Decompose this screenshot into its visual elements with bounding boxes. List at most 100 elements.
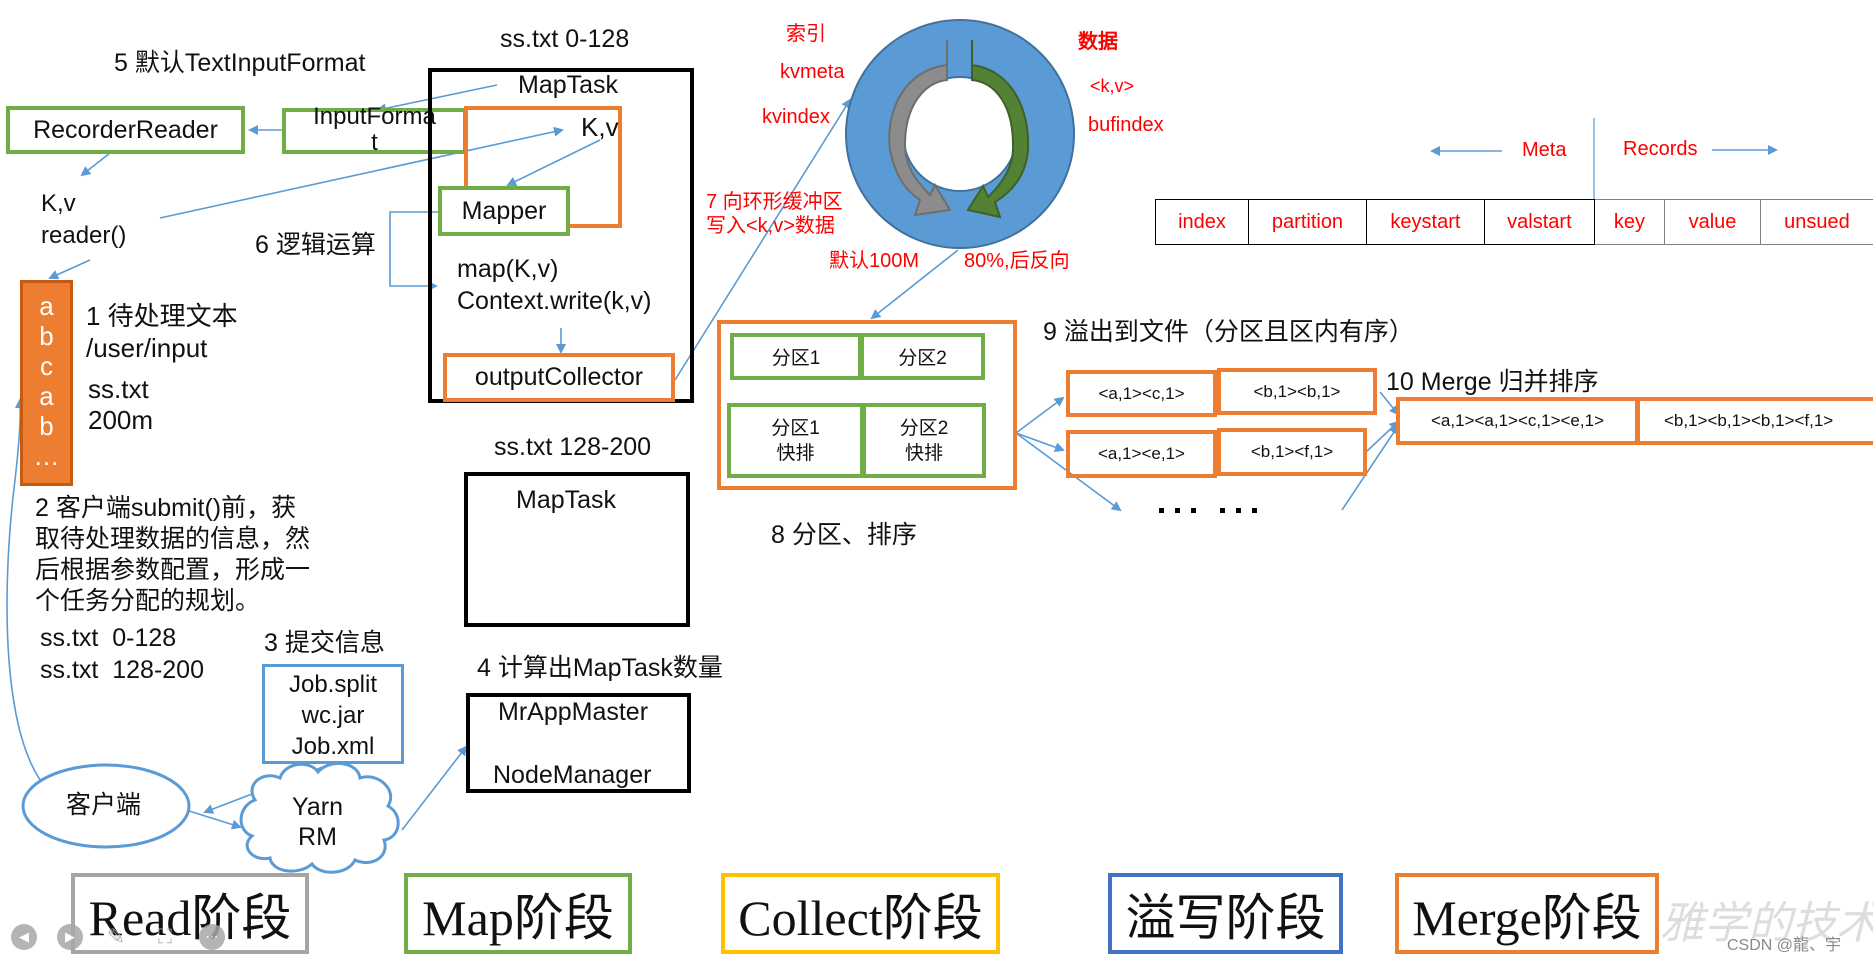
partition1-box: 分区1 (730, 333, 862, 380)
pen-icon: ✎ (106, 924, 126, 949)
step6-label: 6 逻辑运算 (255, 231, 376, 259)
spill-file-label: <b,1><b,1> (1253, 381, 1341, 401)
buffer-layout-table: index partition keystart valstart key value un… (1155, 199, 1873, 245)
step10-label: 10 Merge 归并排序 (1386, 368, 1599, 396)
arrow-client-to-yarn (185, 809, 242, 830)
merged-a-label: <a,1><a,1><c,1><e,1> (1431, 411, 1604, 430)
file-letter: b (39, 321, 54, 351)
client-label: 客户端 (66, 791, 142, 819)
spill-file-2a: <a,1><e,1> (1066, 430, 1217, 478)
ellipsis-dots (1159, 508, 1257, 513)
file-letter: c (40, 351, 53, 381)
index-label: 索引 (786, 23, 826, 45)
spill-file-1b: <b,1><b,1> (1217, 368, 1377, 415)
context-write: Context.write(k,v) (457, 287, 652, 315)
next-slide-button[interactable]: ▶ (57, 924, 83, 950)
stage-spill: 溢写阶段 (1108, 873, 1343, 954)
step2-description: 2 客户端submit()前，获 取待处理数据的信息，然 后根据参数配置，形成一… (35, 493, 310, 617)
meta-label: Meta (1522, 139, 1567, 161)
output-collector-label: outputCollector (474, 363, 644, 391)
quicksort-label: 快排 (904, 442, 943, 464)
job-file: wc.jar (301, 702, 365, 729)
mapper-label: Mapper (461, 196, 547, 225)
yarn-label: Yarn (292, 793, 343, 821)
partition2-label: 分区2 (898, 348, 947, 369)
spill-file-1a: <a,1><c,1> (1066, 370, 1217, 417)
file-letter: a (39, 291, 54, 321)
spill-file-label: <a,1><c,1> (1098, 383, 1185, 403)
merged-a-box: <a,1><a,1><c,1><e,1> (1396, 397, 1639, 445)
stage-merge: Merge阶段 (1395, 873, 1659, 954)
step4-label: 4 计算出MapTask数量 (477, 654, 723, 682)
step1-label: 1 待处理文本 (86, 301, 238, 331)
step8-label: 8 分区、排序 (771, 521, 917, 549)
step2-line: 2 客户端submit()前，获 (35, 494, 297, 522)
step3-label: 3 提交信息 (264, 629, 385, 657)
partition2-sorted-box: 分区2 快排 (862, 403, 986, 478)
nodemanager-label: NodeManager (493, 761, 652, 789)
split-line-1: ss.txt 0-128 (40, 624, 177, 652)
step2-line: 后根据参数配置，形成一 (35, 556, 311, 584)
more-icon: ⋯ (205, 929, 219, 944)
records-label: Records (1623, 138, 1698, 160)
spill-file-2b: <b,1><f,1> (1217, 428, 1367, 476)
spill-file-label: <a,1><e,1> (1098, 444, 1185, 463)
buffer-layout-row: index partition keystart valstart key value un… (1155, 199, 1873, 245)
buffer-cell-key: key (1593, 199, 1666, 245)
stage-merge-label: Merge阶段 (1412, 889, 1642, 946)
stage-map-label: Map阶段 (422, 889, 614, 946)
split2-label: ss.txt 128-200 (494, 433, 652, 461)
mapper-box: Mapper (438, 186, 570, 236)
recorder-reader-box: RecorderReader (6, 106, 245, 154)
partition2-box: 分区2 (860, 333, 985, 380)
merged-b-label: <b,1><b,1><b,1><f,1> (1664, 411, 1834, 430)
prev-slide-button[interactable]: ◀ (11, 924, 37, 950)
yarn-rm-label: Yarn RM (280, 792, 355, 852)
input-path: /user/input (86, 333, 208, 363)
more-button[interactable]: ⋯ (199, 924, 225, 950)
arrow-partition-to-spill1 (1015, 396, 1065, 434)
focus-icon: ⛶ (158, 925, 172, 948)
reader-kv-label: K,v (41, 190, 76, 217)
file-letter: b (39, 411, 54, 441)
stage-spill-label: 溢写阶段 (1125, 888, 1326, 947)
buffer-cell-index: index (1155, 199, 1249, 245)
merged-b-box: <b,1><b,1><b,1><f,1> (1636, 397, 1873, 445)
focus-button[interactable]: ⛶ (152, 924, 178, 950)
partition1-sorted-box: 分区1 快排 (727, 403, 864, 478)
arrow-spill2-to-merge (1365, 420, 1400, 453)
kvindex-label: kvindex (762, 106, 830, 128)
prev-icon: ◀ (19, 929, 29, 944)
default-size-label: 默认100M (829, 250, 920, 272)
split-line-2: ss.txt 128-200 (40, 656, 204, 684)
file-name: ss.txt (88, 374, 149, 404)
step9-label: 9 溢出到文件（分区且区内有序） (1043, 318, 1414, 346)
csdn-credit: CSDN @龍、宇 (1727, 937, 1842, 954)
quicksort-label: 快排 (776, 442, 815, 464)
stage-collect: Collect阶段 (721, 873, 1000, 954)
stage-collect-label: Collect阶段 (738, 889, 983, 946)
file-letters: a b c a b… (23, 283, 70, 471)
arrow-file-to-reader (48, 259, 91, 280)
partition1-label: 分区1 (771, 348, 821, 369)
mapper-kv-label: K,v (581, 112, 619, 142)
reader-call-label: reader() (41, 222, 127, 249)
kvmeta-label: kvmeta (780, 61, 845, 83)
ring-buffer (845, 19, 1075, 249)
partition1-sorted-label: 分区1 (771, 417, 820, 439)
stage-map: Map阶段 (404, 873, 632, 954)
bufindex-label: bufindex (1088, 114, 1164, 136)
input-file-block: a b c a b… (20, 280, 73, 486)
buffer-cell-keystart: keystart (1365, 199, 1485, 245)
split1-label: ss.txt 0-128 (500, 25, 630, 53)
buffer-cell-unsued: unsued (1759, 199, 1873, 245)
file-letter: … (33, 441, 60, 471)
step2-line: 取待处理数据的信息，然 (35, 525, 311, 553)
buffer-cell-valstart: valstart (1483, 199, 1595, 245)
step2-line: 个任务分配的规划。 (35, 587, 261, 615)
output-collector-box: outputCollector (443, 353, 675, 402)
next-icon: ▶ (65, 929, 75, 944)
mrappmaster-label: MrAppMaster (498, 698, 649, 726)
pen-button[interactable]: ✎ (103, 924, 129, 950)
step7-line1: 7 向环形缓冲区 (706, 191, 843, 213)
